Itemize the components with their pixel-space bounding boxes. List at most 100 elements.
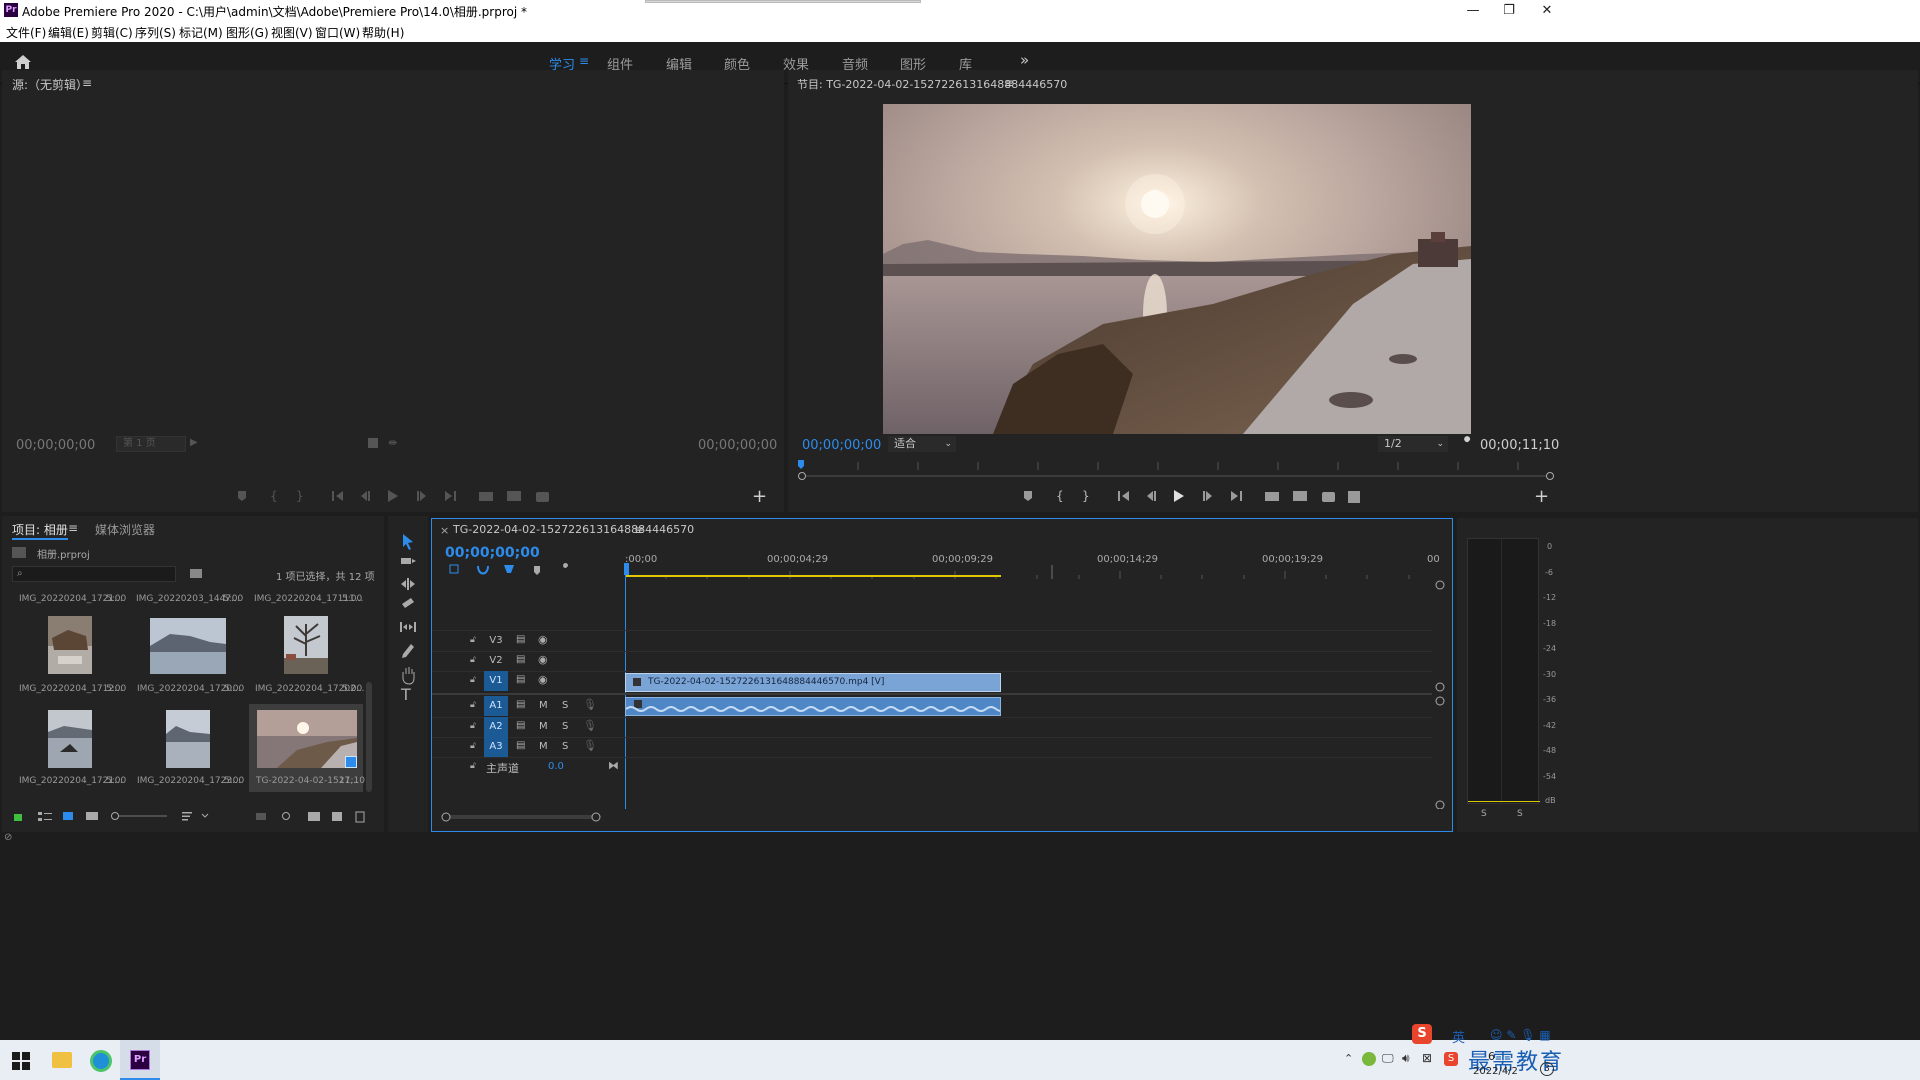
lock-icon[interactable]: 🔓︎: [470, 741, 476, 751]
source-add-button[interactable]: +: [752, 486, 767, 507]
pen-tool-icon[interactable]: [402, 644, 414, 658]
work-area-bar[interactable]: [625, 575, 1001, 577]
menu-sequence[interactable]: 序列(S): [135, 24, 176, 41]
toggle-sync-lock-icon[interactable]: ▤: [516, 699, 525, 710]
ime-toolbar-icons[interactable]: ☺ ✎ 🎙︎ ▦: [1490, 1028, 1551, 1042]
taskbar-premiere-button[interactable]: Pr: [120, 1040, 160, 1080]
linked-selection-icon[interactable]: [504, 565, 514, 573]
file-explorer-icon[interactable]: [52, 1052, 72, 1068]
program-scrubber[interactable]: [798, 458, 1554, 480]
project-item[interactable]: IMG_20220204_1723... 5:00: [132, 704, 246, 794]
microphone-icon[interactable]: 🎙︎: [583, 719, 597, 732]
toggle-sync-lock-icon[interactable]: ▤: [516, 740, 525, 751]
zoom-slider-handle[interactable]: [111, 812, 119, 820]
meter-solo-right[interactable]: S: [1517, 809, 1523, 819]
mute-button[interactable]: M: [539, 721, 548, 732]
toggle-sync-lock-icon[interactable]: ▤: [516, 654, 525, 665]
sogou-tray-icon[interactable]: S: [1444, 1052, 1458, 1066]
wrench-icon[interactable]: [1460, 436, 1474, 450]
project-menu-icon[interactable]: ≡: [68, 521, 78, 535]
project-item[interactable]: IMG_20220204_1712... 5:00: [14, 608, 128, 698]
tray-app-icon[interactable]: [1362, 1052, 1376, 1066]
windows-start-icon[interactable]: [12, 1052, 30, 1070]
source-timecode-in[interactable]: 00;00;00;00: [16, 438, 95, 453]
timeline-menu-icon[interactable]: ≡: [634, 523, 644, 537]
tab-project[interactable]: 项目: 相册: [12, 521, 68, 540]
ripple-edit-tool-icon[interactable]: [401, 578, 415, 590]
tab-media-browser[interactable]: 媒体浏览器: [95, 521, 155, 538]
tray-overflow-icon[interactable]: ⌃: [1344, 1052, 1353, 1065]
program-resolution-select[interactable]: 1/2 ⌄: [1378, 436, 1448, 452]
add-marker-icon[interactable]: [1024, 491, 1032, 501]
find-icon[interactable]: [282, 812, 290, 820]
edge-browser-icon[interactable]: [90, 1050, 112, 1072]
lock-icon[interactable]: 🔓︎: [470, 761, 476, 771]
workspace-menu-icon[interactable]: ≡: [579, 54, 589, 68]
list-view-icon[interactable]: [38, 812, 52, 821]
eye-icon[interactable]: ◉: [538, 633, 548, 646]
add-marker-icon[interactable]: [534, 566, 540, 575]
video-clip[interactable]: TG-2022-04-02-1527226131648884446570.mp4…: [625, 673, 1001, 692]
playhead-icon[interactable]: [798, 460, 804, 469]
track-label-v3[interactable]: V3: [484, 631, 508, 651]
go-to-clip-icon[interactable]: ⧓: [608, 759, 619, 772]
source-safe-margin-icon[interactable]: [368, 438, 378, 448]
close-sequence-icon[interactable]: ×: [440, 524, 449, 537]
solo-button[interactable]: S: [562, 721, 568, 732]
project-search-input[interactable]: ⌕: [12, 566, 176, 582]
timeline-timecode[interactable]: 00;00;00;00: [445, 545, 540, 561]
program-video-frame[interactable]: [883, 104, 1471, 434]
program-timecode-current[interactable]: 00;00;00;00: [802, 438, 881, 453]
extract-icon[interactable]: [1293, 491, 1307, 501]
sort-icon[interactable]: [182, 812, 192, 821]
workspace-overflow-icon[interactable]: »: [1020, 51, 1029, 69]
source-page-select[interactable]: 第 1 页: [116, 436, 186, 452]
lock-icon[interactable]: 🔓︎: [470, 655, 476, 665]
notification-count-badge[interactable]: 3: [1540, 1062, 1554, 1076]
toggle-sync-lock-icon[interactable]: ▤: [516, 674, 525, 685]
mute-button[interactable]: M: [539, 741, 548, 752]
menu-view[interactable]: 视图(V): [271, 24, 313, 41]
slip-tool-icon[interactable]: [400, 622, 416, 632]
chevron-down-icon[interactable]: [201, 813, 209, 818]
ime-mode-icon[interactable]: ⊠: [1422, 1051, 1432, 1065]
icon-view-icon[interactable]: [63, 812, 73, 820]
program-monitor-menu-icon[interactable]: ≡: [1004, 76, 1014, 90]
go-to-out-icon[interactable]: [1231, 491, 1242, 501]
clock-time[interactable]: 6: [1488, 1050, 1495, 1063]
microphone-icon[interactable]: 🎙︎: [583, 698, 597, 711]
project-item[interactable]: IMG_20220204_1720... 5:00: [132, 608, 246, 698]
trash-icon[interactable]: [355, 811, 365, 823]
step-forward-icon[interactable]: [1203, 491, 1212, 501]
network-icon[interactable]: 🖵︎: [1382, 1051, 1394, 1066]
program-add-button[interactable]: +: [1534, 486, 1549, 507]
timeline-zoom-scrollbar[interactable]: [440, 811, 612, 823]
close-button[interactable]: ✕: [1524, 0, 1570, 21]
source-drag-icon[interactable]: ⇼: [388, 436, 397, 449]
source-monitor-menu-icon[interactable]: ≡: [82, 76, 92, 90]
new-search-bin-icon[interactable]: [190, 569, 202, 578]
home-icon[interactable]: [14, 53, 32, 71]
eye-icon[interactable]: ◉: [538, 653, 548, 666]
menu-help[interactable]: 帮助(H): [362, 24, 404, 41]
track-label-a3[interactable]: A3: [484, 737, 508, 757]
track-label-v1[interactable]: V1: [484, 671, 508, 691]
selection-tool-icon[interactable]: [403, 534, 413, 550]
snap-icon[interactable]: [477, 565, 489, 575]
project-item-selected[interactable]: TG-2022-04-02-1527... 11;10: [249, 704, 365, 792]
microphone-icon[interactable]: 🎙︎: [583, 739, 597, 752]
lock-icon[interactable]: [14, 814, 22, 821]
new-item-icon[interactable]: [332, 812, 342, 821]
solo-button[interactable]: S: [562, 741, 568, 752]
lock-icon[interactable]: 🔓︎: [470, 675, 476, 685]
lock-icon[interactable]: 🔓︎: [470, 700, 476, 710]
video-zoom-handle[interactable]: [1435, 580, 1445, 590]
step-back-icon[interactable]: [1147, 491, 1156, 501]
track-select-tool-icon[interactable]: [401, 558, 416, 564]
track-label-a1[interactable]: A1: [484, 696, 508, 716]
audio-zoom-handle[interactable]: [1435, 800, 1445, 809]
sogou-ime-icon[interactable]: S: [1412, 1024, 1432, 1044]
solo-button[interactable]: S: [562, 700, 568, 711]
mute-button[interactable]: M: [539, 700, 548, 711]
menu-window[interactable]: 窗口(W): [315, 24, 360, 41]
